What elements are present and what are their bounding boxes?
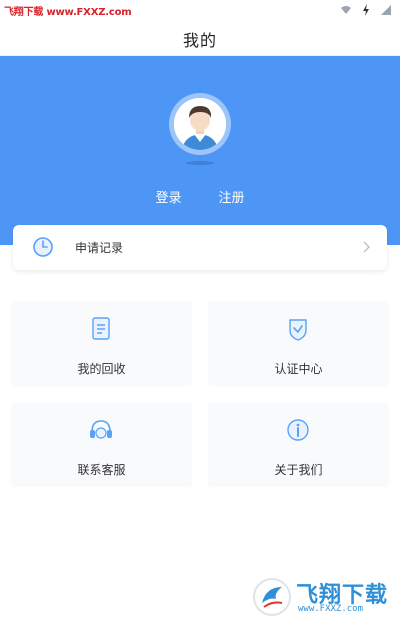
tile-my-recycle[interactable]: 我的回收 (11, 301, 192, 386)
watermark-text: 飞翔下载 www.FXXZ.com (4, 7, 132, 18)
profile-header: 登录 注册 (0, 56, 400, 245)
tile-label: 联系客服 (77, 463, 126, 477)
footer-logo: 飞翔下载 www.FXXZ.com (252, 575, 392, 621)
login-link[interactable]: 登录 (155, 187, 181, 206)
status-bar: 飞翔下载 www.FXXZ.com (0, 0, 400, 22)
application-record-label: 申请记录 (75, 241, 124, 255)
wifi-icon (341, 6, 351, 14)
page-title: 我的 (182, 30, 217, 50)
info-icon (287, 419, 309, 441)
tile-label: 我的回收 (77, 362, 126, 376)
logo-url: www.FXXZ.com (298, 604, 364, 614)
headset-icon (90, 420, 112, 439)
history-icon (33, 237, 53, 257)
tile-customer-service[interactable]: 联系客服 (11, 402, 192, 487)
auth-links: 登录 注册 (0, 187, 400, 206)
tile-verification-center[interactable]: 认证中心 (208, 301, 389, 386)
status-icons (340, 4, 392, 16)
avatar-shadow (186, 161, 214, 165)
register-link[interactable]: 注册 (219, 187, 245, 206)
application-record-row[interactable]: 申请记录 (13, 225, 387, 270)
tile-label: 认证中心 (274, 362, 323, 376)
avatar-ring[interactable] (169, 93, 231, 155)
tile-label: 关于我们 (274, 463, 323, 477)
shield-check-icon (289, 319, 307, 341)
signal-icon (381, 5, 391, 15)
tile-about-us[interactable]: 关于我们 (208, 402, 389, 487)
document-icon (92, 317, 110, 340)
chevron-right-icon (363, 241, 370, 253)
title-bar: 我的 (0, 22, 400, 56)
avatar-icon (174, 98, 226, 150)
logo-badge-icon (253, 578, 291, 616)
lightning-icon (363, 4, 369, 16)
